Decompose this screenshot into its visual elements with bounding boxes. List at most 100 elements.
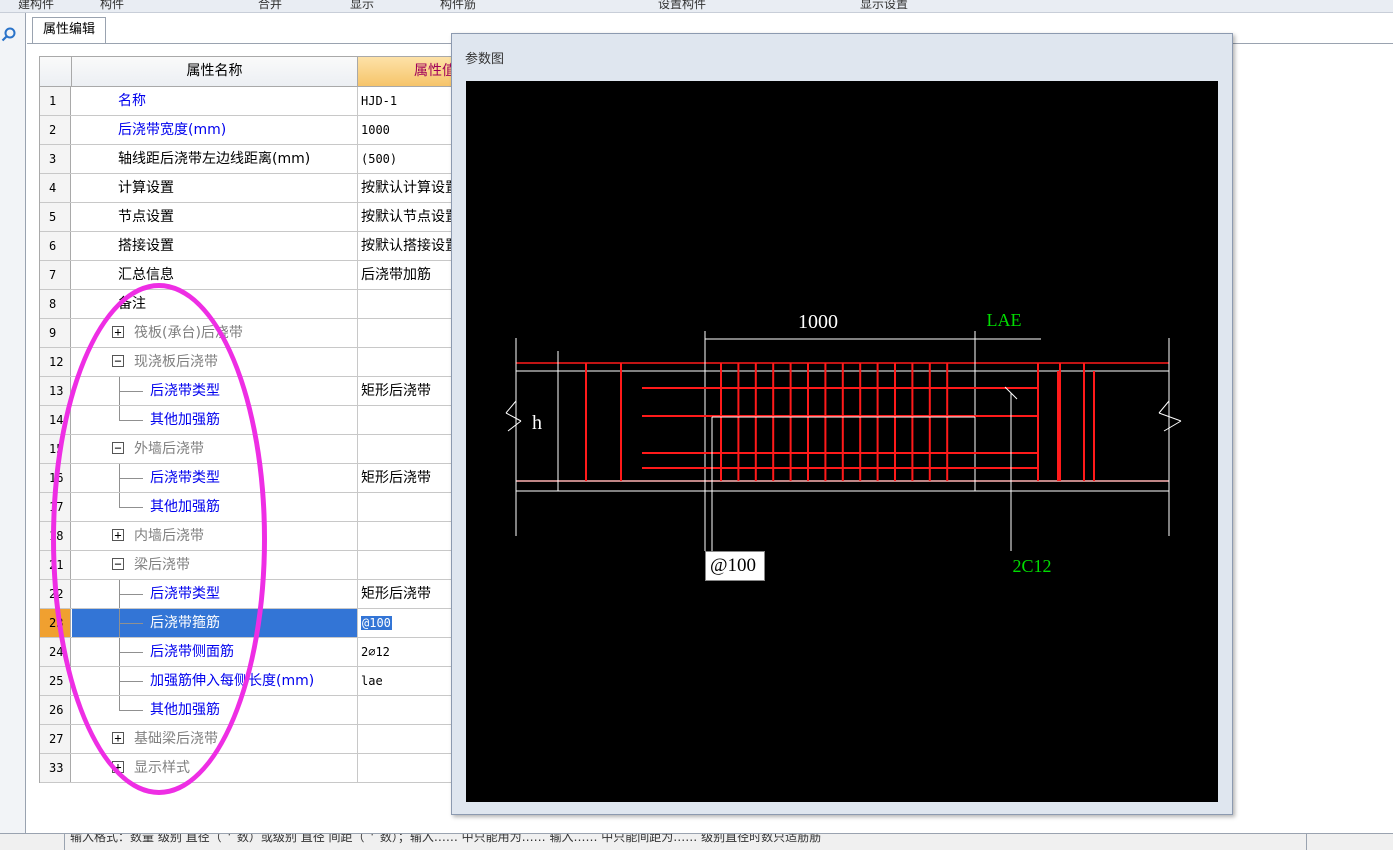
property-name-label: 其他加强筋 [150, 412, 220, 428]
property-name-label: 汇总信息 [118, 267, 174, 283]
row-number: 4 [40, 174, 71, 202]
status-separator [64, 834, 65, 850]
property-grid: 属性名称 属性值 1 名称 HJD-1 2 后浇带宽度(mm) 1000 3 轴线距后浇带左边… [39, 56, 468, 783]
table-row[interactable]: 12− 现浇板后浇带 [40, 348, 460, 377]
table-row[interactable]: 14 其他加强筋 [40, 406, 460, 435]
row-number: 23 [40, 609, 71, 637]
property-name[interactable]: − 梁后浇带 [72, 551, 358, 579]
property-name[interactable]: − 外墙后浇带 [72, 435, 358, 463]
table-row[interactable]: 24 后浇带侧面筋 2⌀12 [40, 638, 460, 667]
row-number: 16 [40, 464, 71, 492]
property-name-label: 后浇带类型 [150, 586, 220, 602]
property-name[interactable]: 其他加强筋 [72, 406, 358, 434]
row-number: 13 [40, 377, 71, 405]
property-name[interactable]: + 筏板(承台)后浇带 [72, 319, 358, 347]
table-row[interactable]: 6 搭接设置 按默认搭接设置 [40, 232, 460, 261]
table-row[interactable]: 2 后浇带宽度(mm) 1000 [40, 116, 460, 145]
tree-connector [119, 580, 143, 608]
row-number: 12 [40, 348, 71, 376]
property-name[interactable]: 节点设置 [72, 203, 358, 231]
toolbar-item[interactable]: 显示 [350, 0, 374, 12]
post-pour-strip-diagram: 1000 LAE h 2C12 [505, 310, 1182, 576]
tree-connector [119, 696, 143, 724]
property-name-label: 节点设置 [118, 209, 174, 225]
property-name[interactable]: + 内墙后浇带 [72, 522, 358, 550]
property-name[interactable]: 计算设置 [72, 174, 358, 202]
parameter-diagram-window: 参数图 1000 LAE h 2C12 @100 [451, 33, 1233, 815]
property-name[interactable]: − 现浇板后浇带 [72, 348, 358, 376]
collapse-icon[interactable]: − [112, 355, 124, 367]
property-value-text: 矩形后浇带 [361, 470, 431, 486]
expand-icon[interactable]: + [112, 529, 124, 541]
status-bar: 输入格式：数量 级别 直径（`'`数）或级别 直径 间距（`'`数）；输入…… … [0, 833, 1393, 850]
property-name[interactable]: 其他加强筋 [72, 493, 358, 521]
property-name-label: 筏板(承台)后浇带 [134, 325, 243, 341]
toolbar-item[interactable]: 显示设置 [860, 0, 908, 12]
column-header-name[interactable]: 属性名称 [72, 57, 358, 86]
table-row[interactable]: 26 其他加强筋 [40, 696, 460, 725]
property-name[interactable]: + 基础梁后浇带 [72, 725, 358, 753]
collapse-icon[interactable]: − [112, 442, 124, 454]
expand-icon[interactable]: + [112, 761, 124, 773]
collapse-icon[interactable]: − [112, 558, 124, 570]
property-name[interactable]: + 显示样式 [72, 754, 358, 782]
property-name[interactable]: 后浇带宽度(mm) [72, 116, 358, 144]
break-mark [1163, 420, 1182, 432]
table-row[interactable]: 17 其他加强筋 [40, 493, 460, 522]
toolbar-item[interactable]: 合并 [258, 0, 282, 12]
row-number: 24 [40, 638, 71, 666]
property-name[interactable]: 后浇带侧面筋 [72, 638, 358, 666]
property-name[interactable]: 后浇带箍筋 [72, 609, 358, 637]
table-row[interactable]: 33 + 显示样式 [40, 754, 460, 783]
table-row[interactable]: 25 加强筋伸入每侧长度(mm) lae [40, 667, 460, 696]
table-row[interactable]: 16 后浇带类型 矩形后浇带 [40, 464, 460, 493]
property-name-label: 后浇带箍筋 [150, 615, 220, 631]
row-number: 3 [40, 145, 71, 173]
property-name[interactable]: 后浇带类型 [72, 464, 358, 492]
row-number: 9 [40, 319, 71, 347]
property-value-text: 按默认搭接设置 [361, 238, 459, 254]
property-name[interactable]: 汇总信息 [72, 261, 358, 289]
property-name[interactable]: 加强筋伸入每侧长度(mm) [72, 667, 358, 695]
toolbar-item[interactable]: 构件 [100, 0, 124, 12]
table-row[interactable]: 9 + 筏板(承台)后浇带 [40, 319, 460, 348]
table-row[interactable]: 4 计算设置 按默认计算设置 [40, 174, 460, 203]
window-title: 参数图 [465, 52, 505, 67]
toolbar-item[interactable]: 建构件 [18, 0, 54, 12]
property-value-text: 矩形后浇带 [361, 383, 431, 399]
table-row[interactable]: 21− 梁后浇带 [40, 551, 460, 580]
tree-connector [119, 493, 143, 521]
property-name[interactable]: 名称 [72, 87, 358, 115]
property-name[interactable]: 轴线距后浇带左边线距离(mm) [72, 145, 358, 173]
toolbar-item[interactable]: 构件筋 [440, 0, 476, 12]
toolbar-item[interactable]: 设置构件 [658, 0, 706, 12]
table-row[interactable]: 22 后浇带类型 矩形后浇带 [40, 580, 460, 609]
tab-property-edit[interactable]: 属性编辑 [32, 17, 107, 44]
table-row[interactable]: 5 节点设置 按默认节点设置 [40, 203, 460, 232]
table-row[interactable]: 13 后浇带类型 矩形后浇带 [40, 377, 460, 406]
property-name[interactable]: 搭接设置 [72, 232, 358, 260]
property-name-label: 加强筋伸入每侧长度(mm) [150, 673, 315, 689]
property-name[interactable]: 备注 [72, 290, 358, 318]
stirrup-input-box[interactable]: @100 [705, 551, 765, 581]
row-number: 27 [40, 725, 71, 753]
search-icon[interactable] [1, 27, 17, 43]
expand-icon[interactable]: + [112, 732, 124, 744]
property-name[interactable]: 后浇带类型 [72, 580, 358, 608]
tree-connector [119, 377, 143, 405]
property-name[interactable]: 后浇带类型 [72, 377, 358, 405]
table-row[interactable]: 23 后浇带箍筋 @100 [40, 609, 460, 638]
table-row[interactable]: 18 + 内墙后浇带 [40, 522, 460, 551]
table-row[interactable]: 8 备注 [40, 290, 460, 319]
property-name-label: 现浇板后浇带 [134, 354, 218, 370]
table-row[interactable]: 7 汇总信息 后浇带加筋 [40, 261, 460, 290]
tree-connector [119, 464, 143, 492]
expand-icon[interactable]: + [112, 326, 124, 338]
table-row[interactable]: 27 + 基础梁后浇带 [40, 725, 460, 754]
property-name[interactable]: 其他加强筋 [72, 696, 358, 724]
table-row[interactable]: 15− 外墙后浇带 [40, 435, 460, 464]
table-row[interactable]: 3 轴线距后浇带左边线距离(mm) (500) [40, 145, 460, 174]
table-row[interactable]: 1 名称 HJD-1 [40, 87, 460, 116]
property-name-label: 显示样式 [134, 760, 190, 776]
property-name-label: 基础梁后浇带 [134, 731, 218, 747]
